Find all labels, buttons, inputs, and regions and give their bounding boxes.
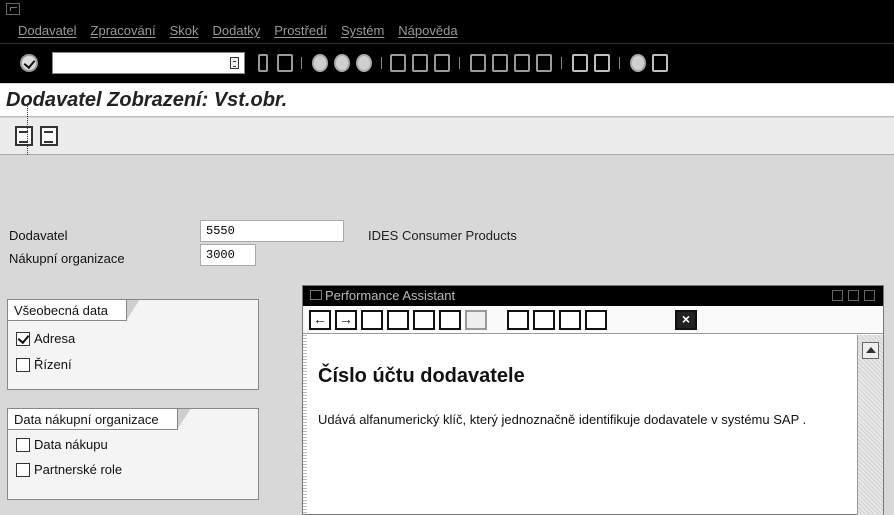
vendor-description: IDES Consumer Products [368, 228, 517, 243]
purch-org-label: Nákupní organizace [9, 251, 125, 266]
window-icon [310, 290, 322, 300]
menu-skok[interactable]: Skok [170, 23, 199, 38]
close-icon[interactable]: × [675, 310, 697, 330]
menu-dodavatel[interactable]: Dodavatel [18, 23, 77, 38]
title-bar: Dodavatel Zobrazení: Vst.obr. [0, 84, 894, 117]
display-icon[interactable] [15, 126, 33, 146]
system-menu-icon[interactable] [6, 3, 20, 15]
checkbox-empty-icon[interactable] [16, 462, 30, 477]
next-page-icon[interactable] [514, 54, 530, 72]
checkbox-checked-icon[interactable] [16, 331, 30, 346]
vendor-input[interactable] [200, 220, 344, 242]
shortcut-icon[interactable] [594, 54, 610, 72]
toolbar-separator [301, 57, 302, 69]
menu-prostredi[interactable]: Prostředí [274, 23, 327, 38]
green-back-icon[interactable] [312, 54, 328, 72]
technical-info-icon[interactable] [361, 310, 383, 330]
application-toolbar [0, 118, 894, 155]
vendor-label: Dodavatel [9, 228, 68, 243]
add-note-icon[interactable] [439, 310, 461, 330]
scroll-up-icon[interactable] [862, 342, 879, 359]
first-page-icon[interactable] [470, 54, 486, 72]
menu-napoveda[interactable]: Nápověda [398, 23, 457, 38]
checkbox-data-nakupu[interactable]: Data nákupu [16, 437, 108, 452]
command-history-icon[interactable] [230, 57, 239, 69]
print-icon[interactable] [585, 310, 607, 330]
menu-bar: Dodavatel Zpracování Skok Dodatky Prostř… [0, 0, 894, 43]
menu-system[interactable]: Systém [341, 23, 384, 38]
toolbar-separator [459, 57, 460, 69]
checkbox-empty-icon[interactable] [16, 357, 30, 372]
checkbox-label: Adresa [34, 331, 76, 346]
command-field[interactable] [52, 52, 245, 74]
pa-heading: Číslo účtu dodavatele [318, 365, 525, 387]
focus-guide-line [27, 103, 28, 155]
edit-icon[interactable] [413, 310, 435, 330]
close-window-icon[interactable] [864, 290, 875, 301]
prev-page-icon[interactable] [492, 54, 508, 72]
find-icon[interactable] [412, 54, 428, 72]
performance-assistant-window: Performance Assistant ← → × Číslo účtu d… [302, 285, 884, 515]
toolbar-separator [381, 57, 382, 69]
general-data-group: Všeobecná data Adresa Řízení [7, 299, 259, 390]
command-input[interactable] [53, 53, 223, 73]
page-title: Dodavatel Zobrazení: Vst.obr. [6, 89, 288, 111]
checkbox-adresa[interactable]: Adresa [16, 331, 75, 346]
pa-scrollbar[interactable] [857, 335, 883, 515]
overview-icon[interactable] [40, 126, 58, 146]
general-data-title: Všeobecná data [7, 299, 140, 321]
back-icon[interactable] [258, 54, 268, 72]
menu-zpracovani[interactable]: Zpracování [91, 23, 156, 38]
purch-org-input[interactable] [200, 244, 256, 266]
menu-items: Dodavatel Zpracování Skok Dodatky Prostř… [18, 23, 472, 38]
print-preview-icon[interactable] [559, 310, 581, 330]
standard-toolbar [0, 43, 894, 83]
forward-arrow-icon[interactable]: → [335, 310, 357, 330]
cancel-icon[interactable] [356, 54, 372, 72]
checkbox-label: Partnerské role [34, 462, 123, 477]
purchasing-org-group: Data nákupní organizace Data nákupu Part… [7, 408, 259, 500]
checkbox-empty-icon[interactable] [16, 437, 30, 452]
checkbox-label: Řízení [34, 357, 72, 372]
enter-icon[interactable] [20, 54, 38, 72]
pa-body-text: Udává alfanumerický klíč, který jednozna… [318, 412, 807, 427]
new-session-icon[interactable] [572, 54, 588, 72]
toolbar-separator [561, 57, 562, 69]
back-arrow-icon[interactable]: ← [309, 310, 331, 330]
pa-content: Číslo účtu dodavatele Udává alfanumerick… [303, 335, 855, 515]
maximize-icon[interactable] [848, 290, 859, 301]
layout-icon[interactable] [652, 54, 668, 72]
find-next-icon[interactable] [434, 54, 450, 72]
toolbar-separator [619, 57, 620, 69]
pa-toolbar: ← → × [303, 306, 883, 334]
pa-title-bar: Performance Assistant [303, 286, 883, 306]
minimize-icon[interactable] [832, 290, 843, 301]
library-icon[interactable] [507, 310, 529, 330]
last-page-icon[interactable] [536, 54, 552, 72]
exit-icon[interactable] [334, 54, 350, 72]
checkbox-rizeni[interactable]: Řízení [16, 357, 72, 372]
checkbox-label: Data nákupu [34, 437, 108, 452]
tag-icon[interactable] [533, 310, 555, 330]
checkbox-partnerske-role[interactable]: Partnerské role [16, 462, 122, 477]
disabled-icon [465, 310, 487, 330]
pa-title: Performance Assistant [325, 288, 456, 303]
save-icon[interactable] [277, 54, 293, 72]
help-icon[interactable] [630, 54, 646, 72]
menu-dodatky[interactable]: Dodatky [213, 23, 261, 38]
purchasing-org-title: Data nákupní organizace [7, 408, 191, 430]
field-doc-icon[interactable] [387, 310, 409, 330]
print-icon[interactable] [390, 54, 406, 72]
